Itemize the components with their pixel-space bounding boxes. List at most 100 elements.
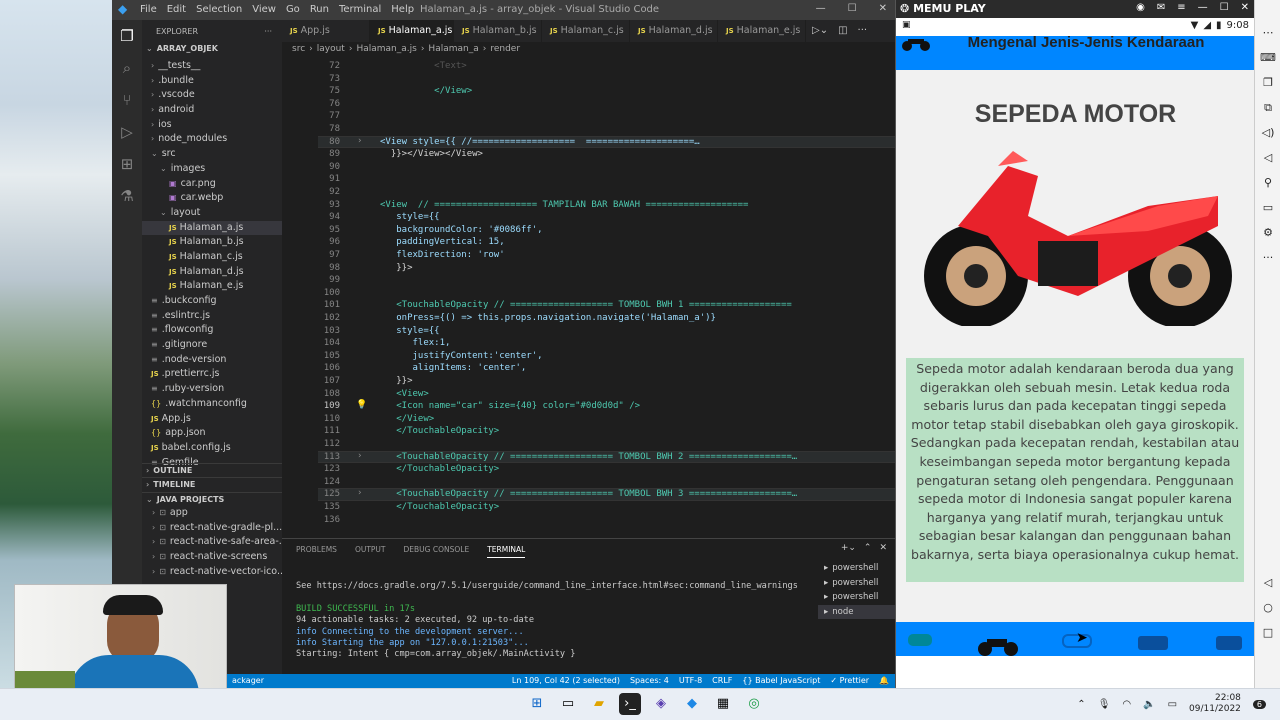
breadcrumb-item[interactable]: Halaman_a — [428, 44, 478, 54]
menu-item-help[interactable]: Help — [391, 4, 414, 15]
search-icon[interactable]: ⌕ — [112, 52, 142, 84]
maximize-panel-icon[interactable]: ⌃ — [864, 543, 872, 553]
microphone-icon[interactable]: 🎙 — [1098, 699, 1111, 710]
java-project-item[interactable]: › ⊡ react-native-vector-ico... — [142, 565, 282, 580]
tree-item[interactable]: ≡ .flowconfig — [142, 323, 282, 338]
panel-tab-problems[interactable]: PROBLEMS — [296, 545, 337, 558]
testing-icon[interactable]: ⚗ — [112, 180, 142, 212]
breadcrumb-item[interactable]: layout — [317, 44, 345, 54]
status-item[interactable]: Spaces: 4 — [630, 676, 669, 685]
account-icon[interactable]: ◉ — [1136, 2, 1145, 13]
tree-item[interactable]: › android — [142, 103, 282, 118]
tray-overflow-icon[interactable]: ⌃ — [1077, 699, 1085, 710]
tree-item[interactable]: {} app.json — [142, 426, 282, 441]
folder-icon[interactable]: ▭ — [1255, 195, 1280, 220]
code-editor[interactable]: 72 <Text> 73 75 </View> 76 77 78 80 › <View styl… — [282, 58, 895, 538]
explorer-icon[interactable]: ❐ — [112, 20, 142, 52]
status-item[interactable]: CRLF — [712, 676, 732, 685]
start-icon[interactable]: ⊞ — [526, 693, 548, 715]
screenshot-icon[interactable]: ⧉ — [1255, 95, 1280, 120]
tree-item[interactable]: {} .watchmanconfig — [142, 397, 282, 412]
toolbar-more-icon[interactable]: ⋯ — [1255, 20, 1280, 45]
mail-icon[interactable]: ✉ — [1157, 2, 1165, 13]
breadcrumb-item[interactable]: render — [490, 44, 520, 54]
clock[interactable]: 22:08 09/11/2022 — [1189, 693, 1241, 715]
close-panel-icon[interactable]: ✕ — [879, 543, 887, 553]
editor-tab[interactable]: JSHalaman_c.js● — [542, 20, 630, 42]
editor-tab[interactable]: JSHalaman_d.js● — [630, 20, 718, 42]
breadcrumb-item[interactable]: src — [292, 44, 305, 54]
tree-item[interactable]: JS Halaman_c.js — [142, 250, 282, 265]
tree-item[interactable]: › __tests__ — [142, 59, 282, 74]
panel-tab-terminal[interactable]: TERMINAL — [487, 545, 526, 558]
minimap[interactable] — [866, 58, 876, 538]
tree-item[interactable]: › .vscode — [142, 88, 282, 103]
menu-item-view[interactable]: View — [252, 4, 276, 15]
project-name[interactable]: ⌄ ARRAY_OBJEK — [146, 44, 218, 53]
tree-item[interactable]: ▣ car.png — [142, 177, 282, 192]
chrome-icon[interactable]: ◎ — [743, 693, 765, 715]
keyboard-icon[interactable]: ⌨ — [1255, 45, 1280, 70]
fold-chevron-icon[interactable]: › — [358, 451, 362, 461]
tree-item[interactable]: ⌄ src — [142, 147, 282, 162]
tree-item[interactable]: JS App.js — [142, 412, 282, 427]
maximize-icon[interactable]: ☐ — [848, 3, 857, 14]
java-projects-section[interactable]: ⌄ JAVA PROJECTS — [142, 492, 282, 506]
java-project-item[interactable]: › ⊡ react-native-gradle-pl... — [142, 521, 282, 536]
android-home-icon[interactable]: ○ — [1255, 595, 1280, 620]
menu-item-terminal[interactable]: Terminal — [339, 4, 381, 15]
tree-item[interactable]: JS Halaman_e.js — [142, 279, 282, 294]
volume-down-icon[interactable]: ◁ — [1255, 145, 1280, 170]
split-editor-icon[interactable]: ◫ — [838, 25, 847, 36]
tree-item[interactable]: ≡ .buckconfig — [142, 294, 282, 309]
editor-tab[interactable]: JSHalaman_a.js✕ — [370, 20, 454, 42]
editor-tab[interactable]: JSHalaman_e.js ● — [718, 20, 806, 42]
editor-tab[interactable]: JS App.js — [282, 20, 370, 42]
wifi-icon[interactable]: ◠ — [1122, 699, 1131, 710]
tree-item[interactable]: ▣ car.webp — [142, 191, 282, 206]
nav-bus-button[interactable] — [1216, 636, 1242, 650]
extensions-icon[interactable]: ⊞ — [112, 148, 142, 180]
menu-item-file[interactable]: File — [140, 4, 157, 15]
tree-item[interactable]: JS .prettierrc.js — [142, 367, 282, 382]
memu-app-icon[interactable]: ◈ — [650, 693, 672, 715]
notifications-bell-icon[interactable]: 🔔 — [879, 676, 889, 685]
minimize-icon[interactable]: — — [816, 3, 826, 14]
tree-item[interactable]: ≡ .eslintrc.js — [142, 309, 282, 324]
tree-item[interactable]: JS babel.config.js — [142, 441, 282, 456]
android-back-icon[interactable]: ◁ — [1255, 570, 1280, 595]
panel-tab-debug-console[interactable]: DEBUG CONSOLE — [404, 545, 470, 558]
lightbulb-icon[interactable]: 💡 — [356, 400, 367, 410]
more-icon[interactable]: ··· — [1255, 245, 1280, 270]
status-item[interactable]: {} Babel JavaScript — [742, 676, 820, 685]
java-project-item[interactable]: › ⊡ react-native-safe-area-... — [142, 535, 282, 550]
menu-item-selection[interactable]: Selection — [196, 4, 242, 15]
terminal-instance[interactable]: ▸ node — [818, 604, 895, 619]
run-debug-icon[interactable]: ▷ — [112, 116, 142, 148]
more-icon[interactable]: ··· — [264, 27, 272, 36]
tree-item[interactable]: ⌄ images — [142, 162, 282, 177]
status-item[interactable]: ✓ Prettier — [830, 676, 869, 685]
close-icon[interactable]: ✕ — [879, 3, 887, 14]
menu-item-run[interactable]: Run — [310, 4, 329, 15]
menu-icon[interactable]: ≡ — [1177, 2, 1185, 13]
vscode-app-icon[interactable]: ◆ — [681, 693, 703, 715]
tree-item[interactable]: JS Halaman_b.js — [142, 235, 282, 250]
tree-item[interactable]: › .bundle — [142, 74, 282, 89]
timeline-section[interactable]: › TIMELINE — [142, 477, 282, 491]
fold-chevron-icon[interactable]: › — [358, 136, 362, 146]
speaker-icon[interactable]: 🔈 — [1143, 699, 1155, 710]
tree-item[interactable]: › ios — [142, 118, 282, 133]
terminal-instance[interactable]: ▸ powershell — [818, 576, 895, 591]
more-actions-icon[interactable]: ··· — [858, 25, 868, 36]
menu-item-go[interactable]: Go — [286, 4, 300, 15]
new-terminal-icon[interactable]: +⌄ — [841, 543, 856, 553]
tree-item[interactable]: ≡ .gitignore — [142, 338, 282, 353]
battery-icon[interactable]: ▭ — [1168, 699, 1177, 710]
tree-item[interactable]: ⌄ layout — [142, 206, 282, 221]
tree-item[interactable]: JS Halaman_d.js — [142, 265, 282, 280]
tree-item[interactable]: ≡ .node-version — [142, 353, 282, 368]
file-explorer-icon[interactable]: ▰ — [588, 693, 610, 715]
settings-icon[interactable]: ⚙ — [1255, 220, 1280, 245]
terminal-instance[interactable]: ▸ powershell — [818, 590, 895, 605]
